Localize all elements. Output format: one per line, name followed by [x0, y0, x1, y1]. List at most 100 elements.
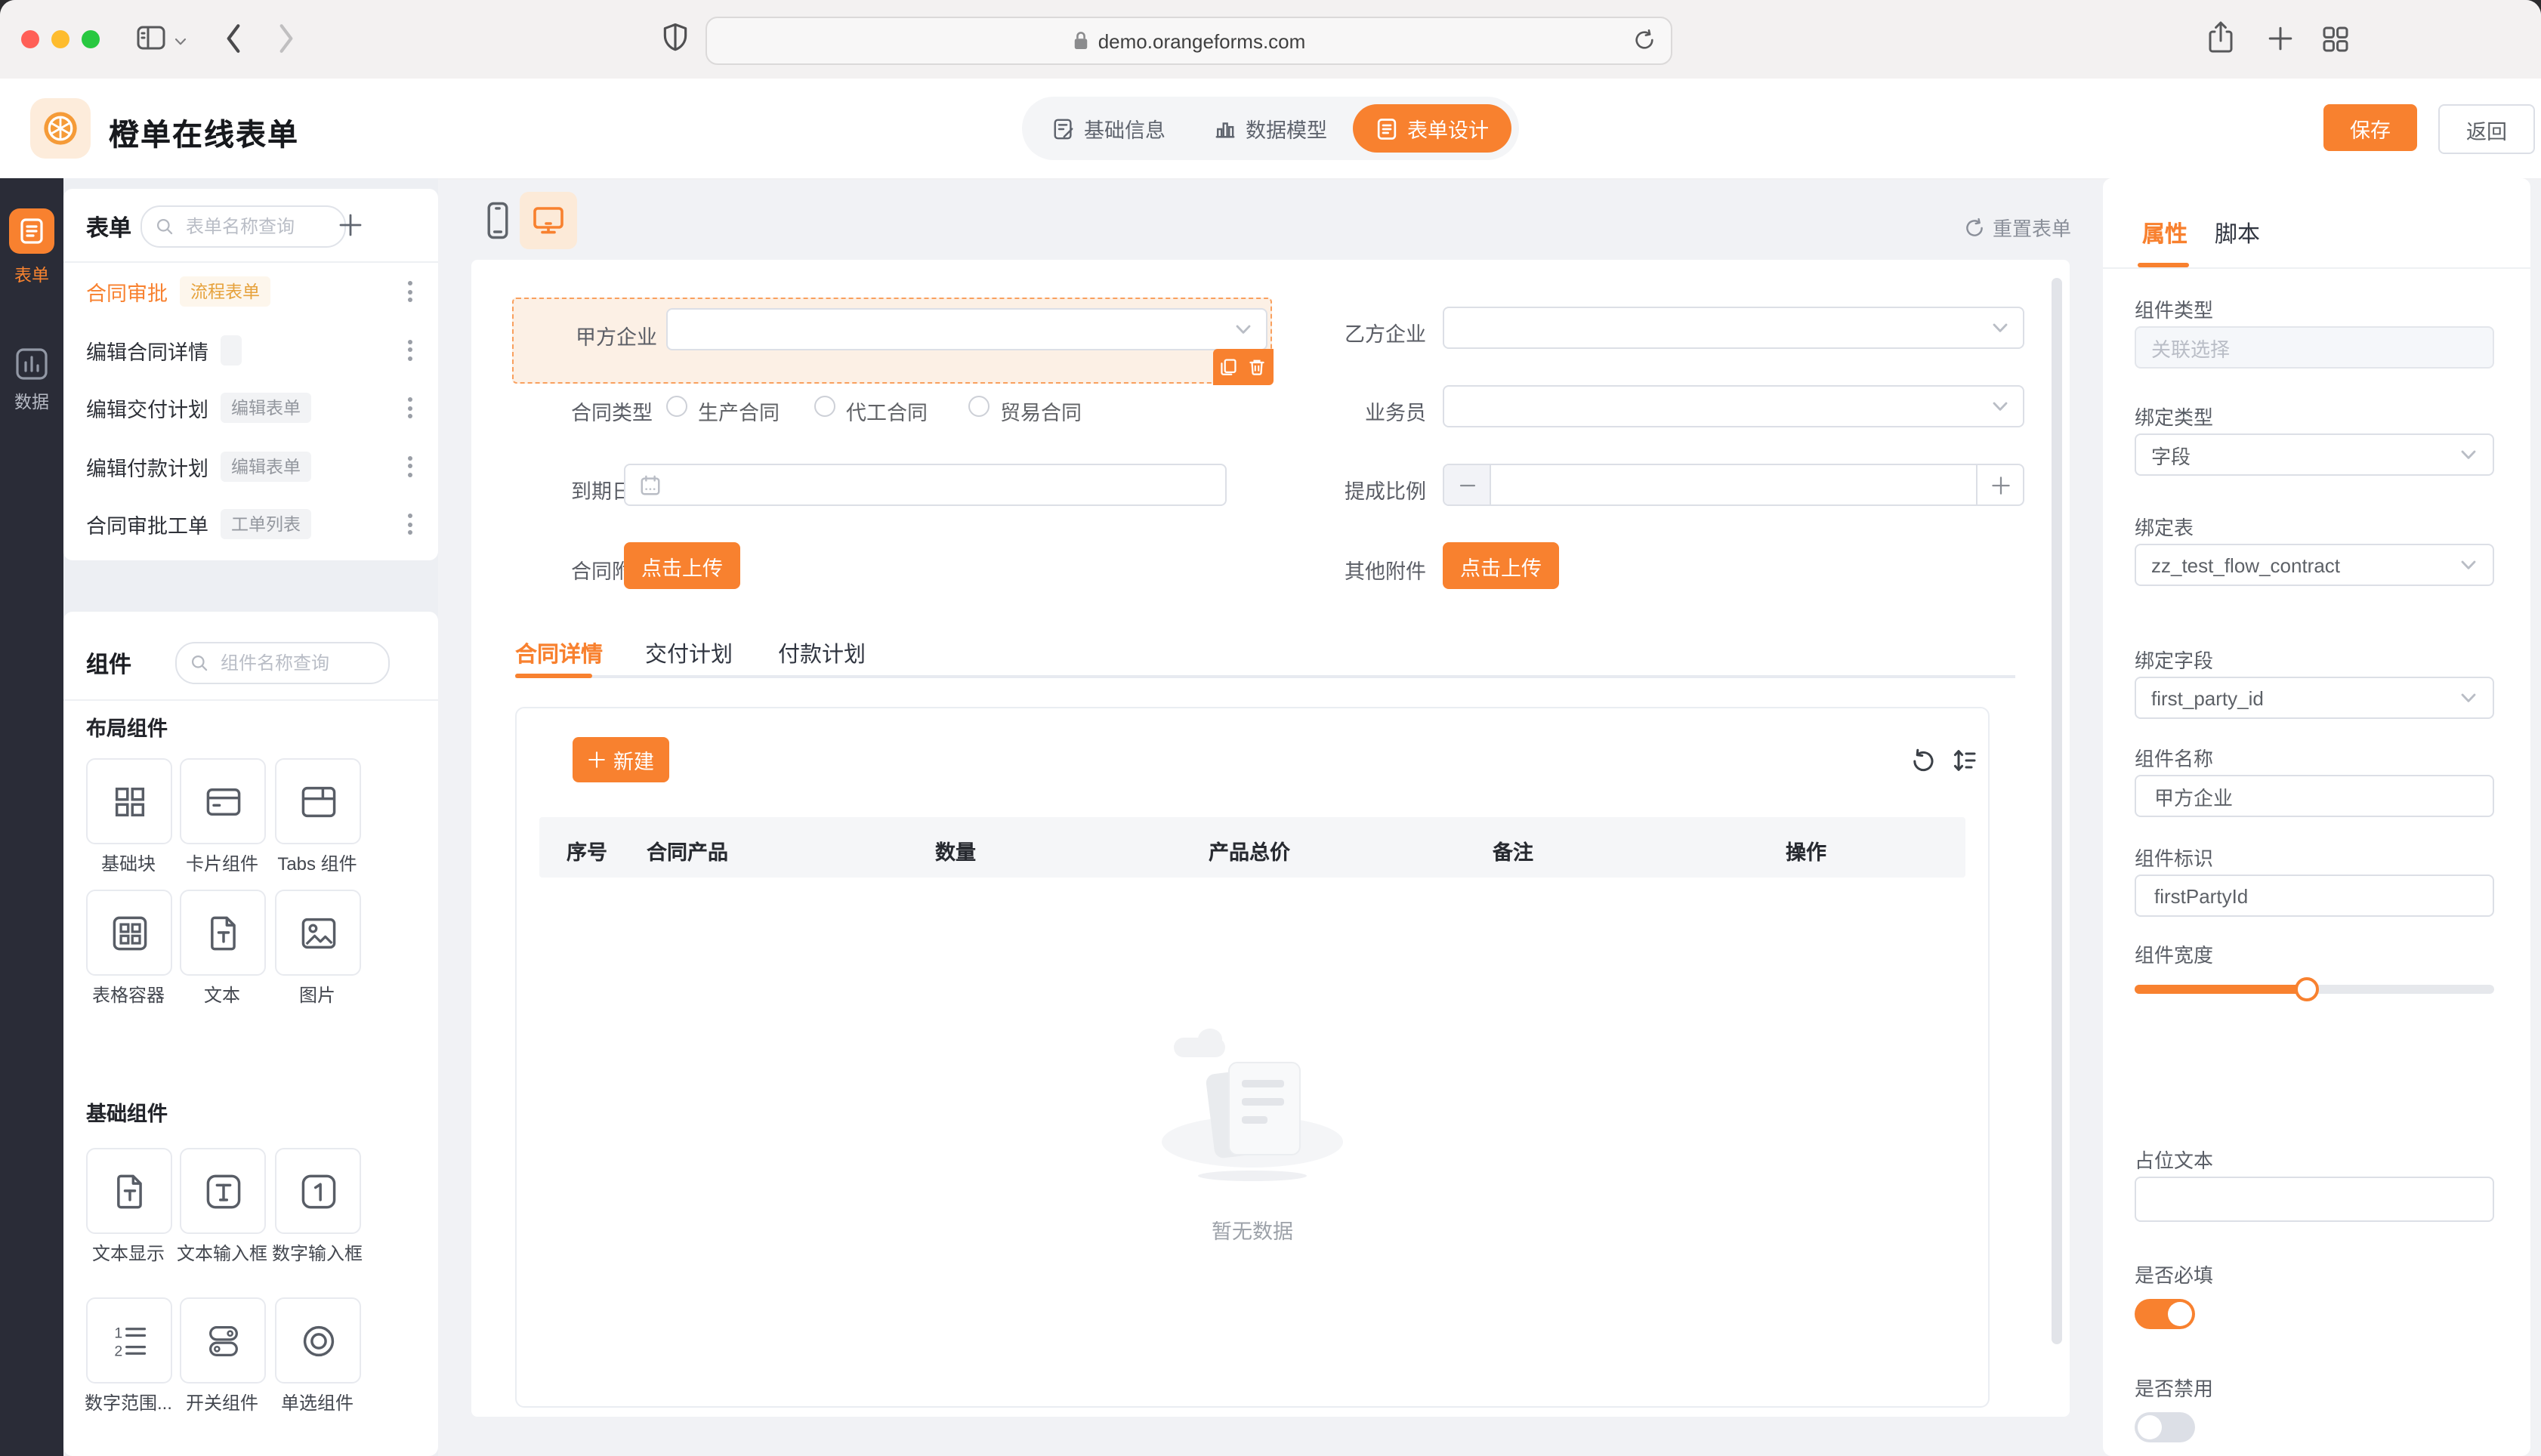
new-tab-icon[interactable] [2268, 26, 2293, 51]
radio-production[interactable] [666, 396, 687, 417]
component-key-input[interactable] [2151, 883, 2478, 908]
form-list-item[interactable]: 编辑付款计划 编辑表单 [63, 437, 438, 495]
tab-properties[interactable]: 属性 [2142, 217, 2187, 249]
other-upload-button[interactable]: 点击上传 [1443, 542, 1559, 589]
component-tile-switch[interactable] [180, 1297, 266, 1384]
component-tile-image[interactable] [275, 890, 361, 976]
more-menu-icon[interactable] [405, 392, 415, 425]
rail-data-label[interactable]: 数据 [0, 390, 63, 414]
component-tile-table-container[interactable] [86, 890, 172, 976]
width-slider[interactable] [2135, 977, 2494, 1001]
reset-form-button[interactable]: 重置表单 [1964, 213, 2071, 242]
form-list-item[interactable]: 编辑合同详情 [63, 321, 438, 379]
bind-type-label: 绑定类型 [2135, 406, 2214, 429]
privacy-shield-icon[interactable] [662, 23, 689, 54]
slider-handle[interactable] [2295, 977, 2320, 1001]
selected-field-first-party[interactable]: 甲方企业 [512, 298, 1273, 384]
url-text: demo.orangeforms.com [1098, 29, 1306, 52]
component-search-input[interactable] [218, 651, 375, 675]
more-menu-icon[interactable] [405, 508, 415, 541]
form-search-box [140, 205, 346, 248]
component-tile-radio[interactable] [275, 1297, 361, 1384]
salesman-select[interactable] [1443, 385, 2024, 427]
form-list-item[interactable]: 编辑交付计划 编辑表单 [63, 379, 438, 437]
sidebar-toggle-icon[interactable] [136, 24, 166, 51]
address-bar[interactable]: demo.orangeforms.com [705, 17, 1672, 65]
component-width-label: 组件宽度 [2135, 944, 2214, 967]
plus-icon [588, 751, 606, 769]
required-toggle[interactable] [2135, 1299, 2195, 1329]
form-list-icon [1375, 117, 1398, 140]
new-row-button[interactable]: 新建 [573, 737, 669, 782]
tab-script[interactable]: 脚本 [2215, 217, 2260, 249]
field-label: 合同类型 [571, 402, 653, 424]
row-height-icon[interactable] [1952, 748, 1978, 773]
component-tile-number-input[interactable] [275, 1148, 361, 1234]
tab-delivery-plan[interactable]: 交付计划 [645, 637, 733, 669]
component-name-field [2135, 775, 2494, 817]
due-date-input[interactable] [624, 464, 1227, 506]
second-party-select[interactable] [1443, 307, 2024, 349]
share-icon[interactable] [2206, 20, 2236, 56]
contract-upload-button[interactable]: 点击上传 [624, 542, 740, 589]
forward-icon[interactable] [276, 23, 296, 54]
zoom-window-button[interactable] [82, 30, 100, 48]
reload-icon[interactable] [1633, 29, 1656, 51]
first-party-select[interactable] [666, 308, 1267, 350]
forms-icon [18, 217, 45, 245]
bind-type-select[interactable]: 字段 [2135, 433, 2494, 476]
form-list-item[interactable]: 合同审批 流程表单 [63, 263, 438, 321]
increase-button[interactable] [1976, 465, 2023, 504]
more-menu-icon[interactable] [405, 334, 415, 367]
left-rail: 表单 数据 [0, 178, 63, 1456]
image-icon [298, 913, 338, 952]
tab-basic-info[interactable]: 基础信息 [1030, 104, 1188, 153]
bind-table-select[interactable]: zz_test_flow_contract [2135, 544, 2494, 586]
back-icon[interactable] [224, 23, 243, 54]
form-search-input[interactable] [183, 214, 331, 239]
form-type-badge: 编辑表单 [221, 393, 311, 424]
rail-forms-label[interactable]: 表单 [0, 263, 63, 287]
save-button[interactable]: 保存 [2323, 104, 2417, 151]
rail-item-data[interactable] [15, 347, 48, 381]
close-window-button[interactable] [21, 30, 39, 48]
back-button[interactable]: 返回 [2438, 104, 2535, 154]
placeholder-field [2135, 1177, 2494, 1222]
component-tile-basic-block[interactable] [86, 758, 172, 844]
add-form-icon[interactable] [338, 213, 363, 237]
radio-trade[interactable] [968, 396, 990, 417]
tab-data-model[interactable]: 数据模型 [1191, 104, 1350, 153]
commission-number-input[interactable] [1443, 464, 2024, 506]
radio-oem[interactable] [814, 396, 835, 417]
component-tile-number-range[interactable] [86, 1297, 172, 1384]
desktop-preview-toggle[interactable] [520, 192, 577, 249]
placeholder-input[interactable] [2151, 1186, 2478, 1212]
minimize-window-button[interactable] [51, 30, 69, 48]
tab-payment-plan[interactable]: 付款计划 [778, 637, 866, 669]
component-tile-tabs[interactable] [275, 758, 361, 844]
canvas-scrollbar[interactable] [2052, 278, 2062, 1344]
chevron-down-icon [1991, 319, 2009, 337]
chevron-down-icon[interactable] [174, 35, 187, 48]
decrease-button[interactable] [1444, 465, 1491, 504]
disabled-toggle[interactable] [2135, 1412, 2195, 1442]
more-menu-icon[interactable] [405, 276, 415, 309]
component-tile-text[interactable] [180, 890, 266, 976]
tab-form-design[interactable]: 表单设计 [1353, 104, 1511, 153]
bind-table-label: 绑定表 [2135, 517, 2194, 539]
component-tile-card[interactable] [180, 758, 266, 844]
tab-contract-detail[interactable]: 合同详情 [515, 637, 603, 669]
mobile-preview-icon[interactable] [486, 201, 509, 240]
tab-overview-icon[interactable] [2322, 26, 2349, 53]
component-name-input[interactable] [2151, 783, 2478, 809]
rail-item-forms[interactable] [9, 208, 54, 254]
component-tile-text-display[interactable] [86, 1148, 172, 1234]
more-menu-icon[interactable] [405, 450, 415, 483]
form-list-item[interactable]: 合同审批工单 工单列表 [63, 495, 438, 554]
copy-icon[interactable] [1219, 357, 1237, 375]
delete-icon[interactable] [1248, 357, 1266, 375]
component-tile-text-input[interactable] [180, 1148, 266, 1234]
bind-field-select[interactable]: first_party_id [2135, 677, 2494, 719]
refresh-table-icon[interactable] [1910, 748, 1935, 773]
field-actions [1212, 348, 1273, 384]
